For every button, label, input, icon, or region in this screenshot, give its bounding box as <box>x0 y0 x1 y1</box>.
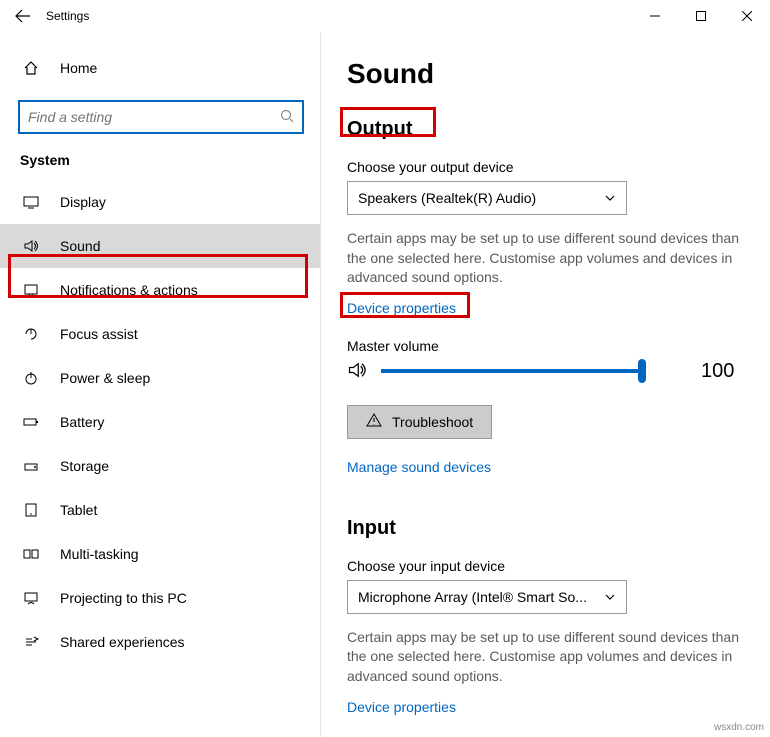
input-heading: Input <box>347 517 758 540</box>
display-icon <box>20 194 42 210</box>
content-pane: Sound Output Choose your output device S… <box>320 32 770 737</box>
home-icon <box>20 60 42 76</box>
category-heading: System <box>0 152 320 180</box>
warning-icon <box>366 412 382 431</box>
input-device-select[interactable]: Microphone Array (Intel® Smart So... <box>347 580 627 614</box>
sidebar-item-label: Sound <box>42 238 100 254</box>
sidebar-item-label: Storage <box>42 458 109 474</box>
output-device-value: Speakers (Realtek(R) Audio) <box>358 190 536 206</box>
shared-icon <box>20 634 42 650</box>
sidebar: Home System Display Sound Notifications … <box>0 32 320 737</box>
sidebar-item-tablet[interactable]: Tablet <box>0 488 320 532</box>
sidebar-item-label: Multi-tasking <box>42 546 139 562</box>
back-button[interactable] <box>6 0 40 32</box>
window-controls <box>632 0 770 32</box>
sidebar-item-display[interactable]: Display <box>0 180 320 224</box>
output-device-properties-link[interactable]: Device properties <box>347 300 456 316</box>
home-nav[interactable]: Home <box>0 46 320 90</box>
search-input[interactable] <box>28 109 280 125</box>
sidebar-item-label: Power & sleep <box>42 370 150 386</box>
tablet-icon <box>20 502 42 518</box>
sidebar-item-storage[interactable]: Storage <box>0 444 320 488</box>
output-device-select[interactable]: Speakers (Realtek(R) Audio) <box>347 181 627 215</box>
sidebar-item-label: Display <box>42 194 106 210</box>
sidebar-item-label: Tablet <box>42 502 97 518</box>
battery-icon <box>20 414 42 430</box>
volume-value: 100 <box>701 360 734 383</box>
sidebar-item-label: Shared experiences <box>42 634 185 650</box>
search-icon <box>280 109 294 126</box>
sidebar-item-sound[interactable]: Sound <box>0 224 320 268</box>
projecting-icon <box>20 590 42 606</box>
chevron-down-icon <box>604 591 616 603</box>
window-title: Settings <box>40 9 89 23</box>
sidebar-item-battery[interactable]: Battery <box>0 400 320 444</box>
maximize-button[interactable] <box>678 0 724 32</box>
input-choose-label: Choose your input device <box>347 558 758 574</box>
close-icon <box>742 11 752 21</box>
manage-sound-devices-link[interactable]: Manage sound devices <box>347 459 491 475</box>
troubleshoot-label: Troubleshoot <box>392 414 473 430</box>
chevron-down-icon <box>604 192 616 204</box>
sidebar-item-projecting[interactable]: Projecting to this PC <box>0 576 320 620</box>
sidebar-item-label: Battery <box>42 414 104 430</box>
sidebar-item-power-sleep[interactable]: Power & sleep <box>0 356 320 400</box>
input-description: Certain apps may be set up to use differ… <box>347 628 757 687</box>
power-icon <box>20 370 42 386</box>
input-device-properties-link[interactable]: Device properties <box>347 699 456 715</box>
output-choose-label: Choose your output device <box>347 159 758 175</box>
sidebar-item-notifications[interactable]: Notifications & actions <box>0 268 320 312</box>
search-box[interactable] <box>18 100 304 134</box>
titlebar: Settings <box>0 0 770 32</box>
close-button[interactable] <box>724 0 770 32</box>
sound-icon <box>20 238 42 254</box>
volume-slider-thumb[interactable] <box>638 359 646 383</box>
multitasking-icon <box>20 546 42 562</box>
notifications-icon <box>20 282 42 298</box>
speaker-icon[interactable] <box>347 360 367 383</box>
focus-assist-icon <box>20 326 42 342</box>
back-arrow-icon <box>15 8 31 24</box>
sidebar-item-label: Focus assist <box>42 326 138 342</box>
master-volume-label: Master volume <box>347 338 758 354</box>
minimize-button[interactable] <box>632 0 678 32</box>
maximize-icon <box>696 11 706 21</box>
storage-icon <box>20 458 42 474</box>
watermark: wsxdn.com <box>714 722 764 733</box>
sidebar-item-shared-experiences[interactable]: Shared experiences <box>0 620 320 664</box>
volume-slider[interactable] <box>381 369 643 373</box>
sidebar-item-label: Notifications & actions <box>42 282 198 298</box>
minimize-icon <box>650 11 660 21</box>
sidebar-item-label: Projecting to this PC <box>42 590 187 606</box>
volume-slider-row: 100 <box>347 360 758 383</box>
troubleshoot-button[interactable]: Troubleshoot <box>347 405 492 439</box>
sidebar-item-multitasking[interactable]: Multi-tasking <box>0 532 320 576</box>
sidebar-item-focus-assist[interactable]: Focus assist <box>0 312 320 356</box>
input-device-value: Microphone Array (Intel® Smart So... <box>358 589 587 605</box>
page-title: Sound <box>347 58 758 90</box>
home-label: Home <box>42 60 97 76</box>
output-description: Certain apps may be set up to use differ… <box>347 229 757 288</box>
output-heading: Output <box>347 118 758 141</box>
